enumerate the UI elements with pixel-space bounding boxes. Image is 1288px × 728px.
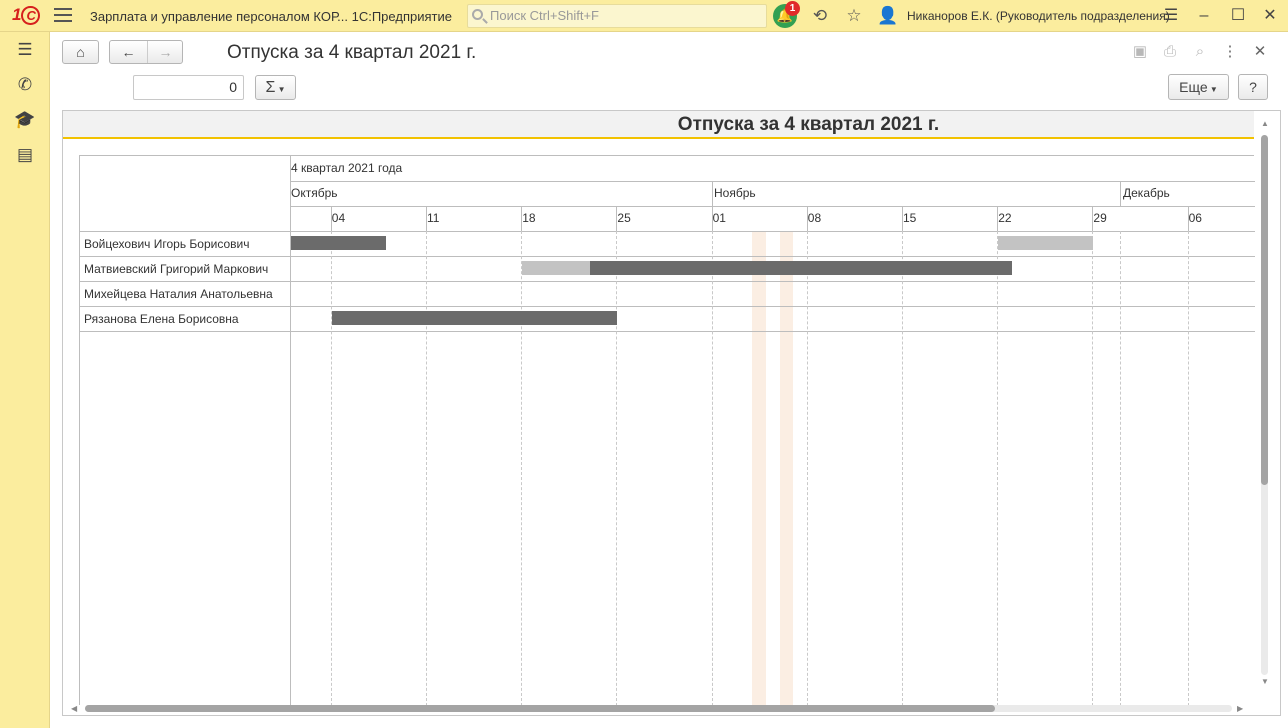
week-gridline — [426, 231, 427, 706]
week-gridline — [806, 231, 808, 706]
phone-icon[interactable]: ✆ — [13, 73, 37, 97]
form-window: ⌂ ← → Отпуска за 4 квартал 2021 г. ▣ ⎙ ⌕… — [50, 32, 1288, 728]
notifications-badge: 1 — [785, 1, 800, 16]
week-label: 04 — [331, 211, 346, 225]
more-label: Еще — [1179, 79, 1208, 95]
week-label: 25 — [617, 211, 631, 225]
horizontal-scroll-thumb[interactable] — [85, 705, 995, 712]
scroll-right-icon[interactable]: ▶ — [1237, 704, 1243, 713]
scroll-up-icon[interactable]: ▲ — [1261, 119, 1269, 128]
maximize-button[interactable]: ☐ — [1226, 4, 1250, 28]
scroll-left-icon[interactable]: ◀ — [71, 704, 77, 713]
vacation-bar — [291, 236, 387, 250]
number-field[interactable]: 0 — [133, 75, 244, 100]
vertical-scroll-thumb[interactable] — [1261, 135, 1268, 485]
month-gridline — [711, 231, 713, 706]
forward-button[interactable]: → — [147, 41, 183, 63]
horizontal-scrollbar[interactable]: ◀ ▶ — [63, 701, 1254, 715]
title-bar: 1С Зарплата и управление персоналом КОР.… — [0, 0, 1288, 32]
grid-row-line — [291, 206, 1255, 207]
notifications-button[interactable]: 🔔 1 — [773, 1, 800, 28]
employee-name: Михейцева Наталия Анатольевна — [84, 287, 273, 301]
preview-icon[interactable]: ⌕ — [1191, 43, 1209, 61]
close-window-button[interactable]: ✕ — [1258, 4, 1282, 28]
grid-row-line — [80, 281, 1255, 282]
nav-buttons: ← → — [109, 40, 183, 64]
grid-row-line — [80, 231, 1255, 232]
report-title: Отпуска за 4 квартал 2021 г. — [63, 111, 1254, 139]
grid-row-line — [80, 331, 1255, 332]
week-gridline — [1092, 231, 1094, 706]
more-actions-icon[interactable]: ⋮ — [1221, 43, 1239, 61]
week-label: 01 — [712, 211, 726, 225]
week-label: 15 — [903, 211, 917, 225]
back-button[interactable]: ← — [110, 41, 147, 63]
minimize-button[interactable]: – — [1192, 4, 1216, 28]
week-label: 18 — [522, 211, 536, 225]
home-button[interactable]: ⌂ — [62, 40, 99, 64]
history-icon[interactable]: ⟲ — [809, 5, 831, 27]
month-divider — [711, 181, 713, 206]
current-user[interactable]: Никаноров Е.К. (Руководитель подразделен… — [907, 9, 1170, 23]
employee-name: Матвиевский Григорий Маркович — [84, 262, 269, 276]
main-menu-icon[interactable] — [54, 8, 72, 24]
education-icon[interactable]: 🎓 — [13, 108, 37, 132]
vacation-bar — [590, 261, 1012, 275]
week-label: 22 — [998, 211, 1012, 225]
menu-list-icon[interactable]: ☰ — [13, 38, 37, 62]
more-button[interactable]: Еще ▼ — [1168, 74, 1229, 100]
employee-name: Войцехович Игорь Борисович — [84, 237, 250, 251]
vacation-bar — [998, 236, 1094, 250]
sum-button[interactable]: Σ ▼ — [255, 75, 296, 100]
week-label: 08 — [807, 211, 822, 225]
sum-icon: Σ — [265, 79, 276, 96]
form-title: Отпуска за 4 квартал 2021 г. — [227, 42, 477, 63]
id-card-icon[interactable]: ▤ — [13, 143, 37, 167]
close-form-icon[interactable]: ✕ — [1251, 43, 1269, 61]
week-label: 29 — [1093, 211, 1107, 225]
favorites-star-icon[interactable]: ☆ — [843, 5, 865, 27]
sections-sidebar: ☰ ✆ 🎓 ▤ — [0, 32, 50, 728]
vacation-bar — [522, 261, 591, 275]
print-icon[interactable]: ⎙ — [1161, 43, 1179, 61]
holiday-stripe — [779, 231, 794, 706]
gantt-chart: 4 квартал 2021 года Октябрь Ноябрь Декаб… — [79, 155, 1255, 706]
grid-row-line — [291, 181, 1255, 182]
week-gridline — [330, 231, 332, 706]
week-gridline — [616, 231, 618, 706]
user-icon[interactable]: 👤 — [877, 5, 899, 27]
week-gridline — [902, 231, 903, 706]
vacation-bar — [331, 311, 618, 325]
employee-name: Рязанова Елена Борисовна — [84, 312, 239, 326]
search-placeholder: Поиск Ctrl+Shift+F — [490, 8, 599, 23]
week-label: 11 — [427, 211, 440, 225]
week-gridline — [997, 231, 999, 706]
1c-logo-icon: 1С — [12, 5, 40, 25]
week-gridline — [1187, 231, 1189, 706]
help-button[interactable]: ? — [1238, 74, 1268, 100]
report-document: Отпуска за 4 квартал 2021 г. 4 квартал 2… — [62, 110, 1281, 716]
holiday-stripe — [752, 231, 766, 706]
month-divider — [1119, 181, 1121, 206]
month-gridline — [1119, 231, 1121, 706]
quarter-label: 4 квартал 2021 года — [291, 161, 403, 175]
search-input[interactable]: Поиск Ctrl+Shift+F — [467, 4, 767, 28]
week-label: 06 — [1188, 211, 1202, 225]
search-icon — [472, 9, 483, 20]
scroll-down-icon[interactable]: ▼ — [1261, 677, 1269, 686]
grid-row-line — [80, 256, 1255, 257]
vertical-scrollbar[interactable]: ▲ ▼ — [1256, 111, 1274, 689]
save-icon[interactable]: ▣ — [1131, 43, 1149, 61]
app-title: Зарплата и управление персоналом КОР... … — [90, 9, 452, 24]
month-label: Ноябрь — [714, 186, 756, 200]
settings-menu-icon[interactable]: ☰ — [1159, 4, 1183, 28]
week-gridline — [521, 231, 523, 706]
month-label: Октябрь — [291, 186, 338, 200]
month-label: Декабрь — [1123, 186, 1170, 200]
grid-row-line — [80, 306, 1255, 307]
